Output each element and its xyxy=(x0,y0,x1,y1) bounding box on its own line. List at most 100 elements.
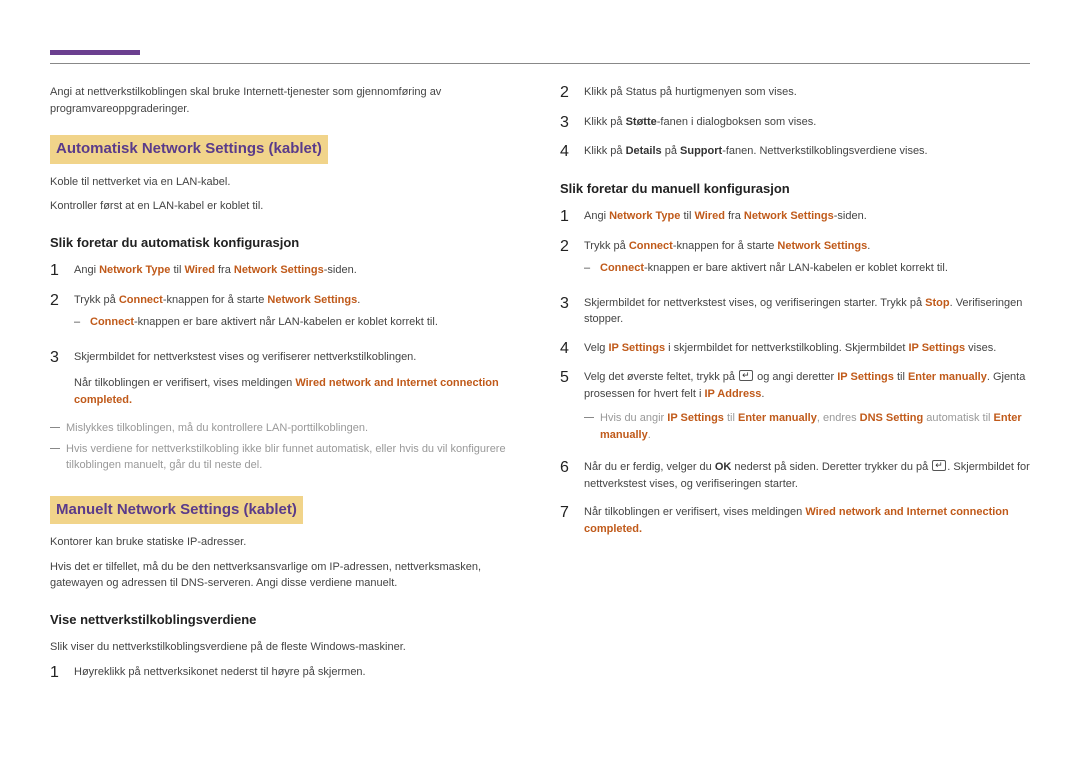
t: Skjermbildet for nettverkstest vises, og… xyxy=(584,297,925,309)
right-column: 2 Klikk på Status på hurtigmenyen som vi… xyxy=(560,84,1030,693)
hl: Connect xyxy=(90,316,134,328)
note-body: Mislykkes tilkoblingen, må du kontroller… xyxy=(66,420,520,437)
sub-note: ‒ Connect-knappen er bare aktivert når L… xyxy=(584,260,1030,277)
note-tick-icon xyxy=(50,427,60,428)
hl: IP Settings xyxy=(608,342,665,354)
hl: IP Address xyxy=(704,388,761,400)
man-step-6: 6 Når du er ferdig, velger du OK nederst… xyxy=(560,459,1030,492)
note-line-1: Mislykkes tilkoblingen, må du kontroller… xyxy=(50,420,520,437)
hl: Network Settings xyxy=(267,294,357,306)
t: nederst på siden. Deretter trykker du på xyxy=(731,461,931,473)
step-number: 2 xyxy=(50,292,64,310)
t: til xyxy=(680,210,694,222)
auto-p2: Kontroller først at en LAN-kabel er kobl… xyxy=(50,198,520,215)
step-body: Angi Network Type til Wired fra Network … xyxy=(584,208,1030,225)
step-number: 2 xyxy=(560,84,574,102)
sub-heading-view-values: Vise nettverkstilkoblingsverdiene xyxy=(50,610,520,630)
hl: Connect xyxy=(629,240,673,252)
step-number: 3 xyxy=(560,295,574,313)
step-body: Klikk på Details på Support-fanen. Nettv… xyxy=(584,143,1030,160)
section-heading-manual: Manuelt Network Settings (kablet) xyxy=(50,496,303,525)
t: , endres xyxy=(817,412,860,424)
sub-note: ‒ Connect-knappen er bare aktivert når L… xyxy=(74,314,520,331)
hl: DNS Setting xyxy=(860,412,924,424)
t: -siden. xyxy=(834,210,867,222)
b: Details xyxy=(626,145,662,157)
man-step-5: 5 Velg det øverste feltet, trykk på og a… xyxy=(560,369,1030,447)
intro-text: Angi at nettverkstilkoblingen skal bruke… xyxy=(50,84,520,117)
view-step-4: 4 Klikk på Details på Support-fanen. Net… xyxy=(560,143,1030,161)
man-step-4: 4 Velg IP Settings i skjermbildet for ne… xyxy=(560,340,1030,358)
t: -fanen. Nettverkstilkoblingsverdiene vis… xyxy=(722,145,927,157)
note-line-2: Hvis verdiene for nettverkstilkobling ik… xyxy=(50,441,520,474)
b: Støtte xyxy=(626,116,657,128)
hl: Network Type xyxy=(609,210,680,222)
step-number: 2 xyxy=(560,238,574,256)
step-number: 3 xyxy=(560,114,574,132)
t: og angi deretter xyxy=(754,371,837,383)
view-step-3: 3 Klikk på Støtte-fanen i dialogboksen s… xyxy=(560,114,1030,132)
step-body: Høyreklikk på nettverksikonet nederst ti… xyxy=(74,664,520,681)
note-body: Connect-knappen er bare aktivert når LAN… xyxy=(600,260,1030,277)
t: Hvis du angir xyxy=(600,412,667,424)
t: -knappen for å starte xyxy=(673,240,778,252)
enter-key-icon xyxy=(739,370,753,381)
note-tick-icon xyxy=(50,448,60,449)
page-rule xyxy=(50,63,1030,64)
step-body: Klikk på Status på hurtigmenyen som vise… xyxy=(584,84,1030,101)
dash-icon: ‒ xyxy=(74,314,82,331)
t: . xyxy=(357,294,360,306)
man-step-2: 2 Trykk på Connect-knappen for å starte … xyxy=(560,238,1030,283)
hl: Stop xyxy=(925,297,949,309)
step-number: 1 xyxy=(50,262,64,280)
t: . xyxy=(761,388,764,400)
step-number: 7 xyxy=(560,504,574,522)
hl: IP Settings xyxy=(667,412,724,424)
t: -knappen er bare aktivert når LAN-kabele… xyxy=(134,316,438,328)
t: Angi xyxy=(584,210,609,222)
note-body: Hvis verdiene for nettverkstilkobling ik… xyxy=(66,441,520,474)
t: i skjermbildet for nettverkstilkobling. … xyxy=(665,342,908,354)
step-body: Velg IP Settings i skjermbildet for nett… xyxy=(584,340,1030,357)
t: på xyxy=(662,145,680,157)
t: Klikk på xyxy=(584,145,626,157)
t: Når tilkoblingen er verifisert, vises me… xyxy=(74,377,295,389)
step-number: 1 xyxy=(50,664,64,682)
t: . xyxy=(648,429,651,441)
t: fra xyxy=(215,264,234,276)
manual-p1: Kontorer kan bruke statiske IP-adresser. xyxy=(50,534,520,551)
hl: IP Settings xyxy=(837,371,894,383)
step-body: Trykk på Connect-knappen for å starte Ne… xyxy=(74,292,520,337)
t: Når tilkoblingen er verifisert, vises me… xyxy=(584,506,805,518)
hl: IP Settings xyxy=(908,342,965,354)
auto-step-2: 2 Trykk på Connect-knappen for å starte … xyxy=(50,292,520,337)
t: Trykk på xyxy=(74,294,119,306)
t: til xyxy=(724,412,738,424)
t: Velg det øverste feltet, trykk på xyxy=(584,371,738,383)
t: Når du er ferdig, velger du xyxy=(584,461,715,473)
man-step-7: 7 Når tilkoblingen er verifisert, vises … xyxy=(560,504,1030,537)
note-body: Connect-knappen er bare aktivert når LAN… xyxy=(90,314,520,331)
manual-p2: Hvis det er tilfellet, må du be den nett… xyxy=(50,559,520,592)
t: Skjermbildet for nettverkstest vises og … xyxy=(74,351,416,363)
step-body: Når tilkoblingen er verifisert, vises me… xyxy=(584,504,1030,537)
step-number: 1 xyxy=(560,208,574,226)
page-accent-bar xyxy=(50,50,140,55)
hl: Wired xyxy=(184,264,214,276)
step-body: Trykk på Connect-knappen for å starte Ne… xyxy=(584,238,1030,283)
t: Velg xyxy=(584,342,608,354)
view-step-1: 1 Høyreklikk på nettverksikonet nederst … xyxy=(50,664,520,682)
auto-p1: Koble til nettverket via en LAN-kabel. xyxy=(50,174,520,191)
hl: Enter manually xyxy=(738,412,817,424)
hl: Connect xyxy=(119,294,163,306)
dash-icon: ‒ xyxy=(584,260,592,277)
man-step-3: 3 Skjermbildet for nettverkstest vises, … xyxy=(560,295,1030,328)
man-step-1: 1 Angi Network Type til Wired fra Networ… xyxy=(560,208,1030,226)
t: Klikk på xyxy=(584,116,626,128)
note-line: Hvis du angir IP Settings til Enter manu… xyxy=(584,410,1030,443)
t: . xyxy=(867,240,870,252)
enter-key-icon xyxy=(932,460,946,471)
hl: Network Settings xyxy=(777,240,867,252)
section-heading-auto: Automatisk Network Settings (kablet) xyxy=(50,135,328,164)
auto-step-1: 1 Angi Network Type til Wired fra Networ… xyxy=(50,262,520,280)
